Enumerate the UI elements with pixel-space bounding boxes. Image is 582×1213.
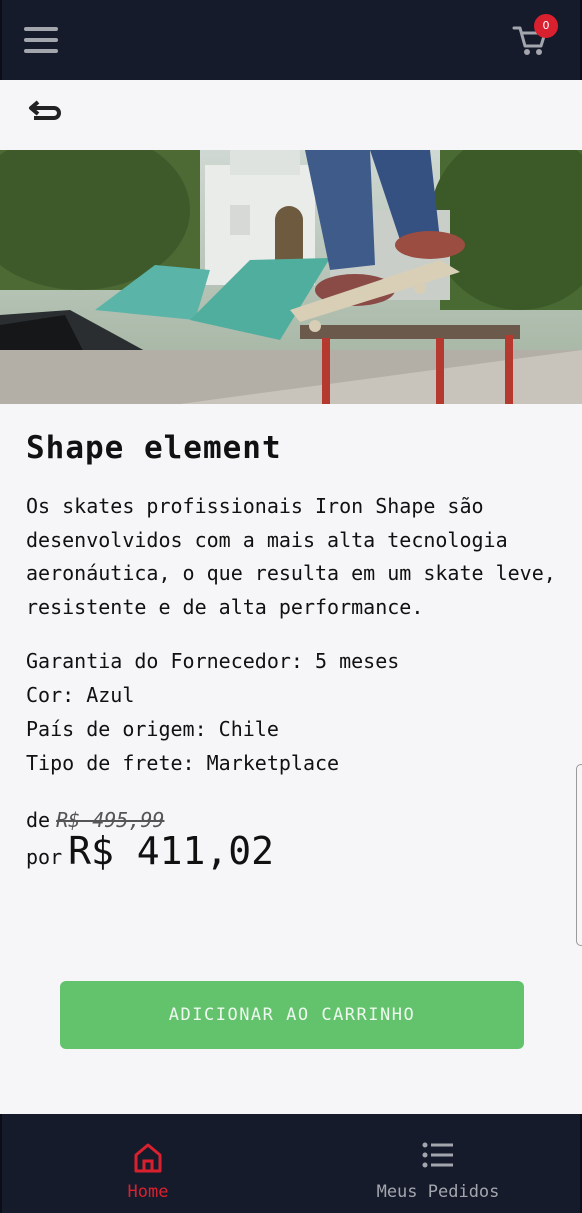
- spec-warranty: Garantia do Fornecedor: 5 meses: [26, 649, 400, 673]
- bottom-navigation: Home Meus Pedidos: [0, 1114, 582, 1213]
- home-icon: [134, 1143, 162, 1173]
- nav-home[interactable]: Home: [98, 1114, 198, 1213]
- product-title: Shape element: [26, 430, 282, 466]
- list-icon: [422, 1142, 453, 1168]
- new-price: R$ 411,02: [68, 829, 275, 873]
- scroll-edge-handle[interactable]: [576, 764, 582, 946]
- return-arrow-icon: [29, 100, 61, 120]
- product-specs: Garantia do Fornecedor: 5 meses Cor: Azu…: [26, 644, 556, 780]
- nav-orders[interactable]: Meus Pedidos: [358, 1114, 518, 1213]
- product-details: Shape element Os skates profissionais Ir…: [26, 404, 556, 876]
- back-button[interactable]: [28, 100, 64, 130]
- product-description: Os skates profissionais Iron Shape são d…: [26, 494, 556, 619]
- spec-shipping: Tipo de frete: Marketplace: [26, 751, 340, 775]
- product-photo: [0, 150, 582, 404]
- top-app-bar: 0: [0, 0, 582, 80]
- hamburger-menu-button[interactable]: [24, 27, 58, 53]
- hamburger-menu-icon: [24, 27, 58, 31]
- spec-origin: País de origem: Chile: [26, 717, 279, 741]
- nav-home-label: Home: [127, 1182, 169, 1202]
- back-row: [0, 80, 582, 150]
- price-from-label: de: [26, 808, 51, 832]
- price-to-label: por: [26, 845, 63, 869]
- add-to-cart-button[interactable]: ADICIONAR AO CARRINHO: [60, 981, 524, 1049]
- spec-color: Cor: Azul: [26, 683, 135, 707]
- nav-orders-label: Meus Pedidos: [376, 1182, 500, 1202]
- price-block: de R$ 495,99 por R$ 411,02: [26, 808, 556, 876]
- cart-count-badge: 0: [534, 14, 558, 38]
